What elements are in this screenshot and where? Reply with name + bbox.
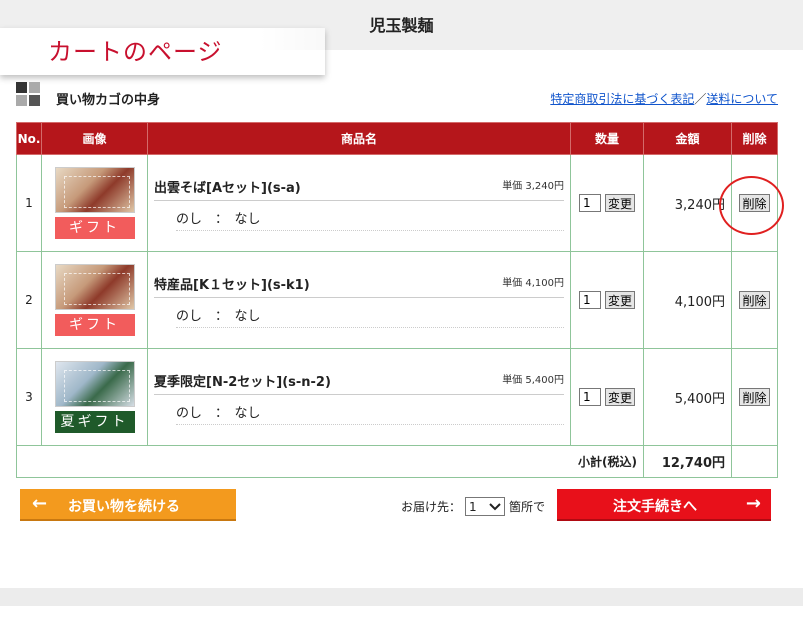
table-row: 3 夏ギフト 夏季限定[N-2セット](s-n-2) 単価 5,400円 のし … [16,348,778,446]
update-button[interactable]: 変更 [604,291,635,309]
section-header: 買い物カゴの中身 特定商取引法に基づく表記／送料について [16,82,778,110]
page-label: カートのページ [48,38,223,66]
quantity-input[interactable] [578,388,601,406]
divider [176,327,564,328]
product-image[interactable]: ギフト [54,167,135,239]
checkout-label: 注文手続きへ [613,499,697,515]
gift-badge: 夏ギフト [54,411,135,433]
delete-button[interactable]: 削除 [739,291,770,309]
row-no: 3 [16,348,42,446]
update-button[interactable]: 変更 [604,388,635,406]
dest-suffix: 箇所で [509,500,546,514]
header-delete: 削除 [731,122,778,155]
section-title: 買い物カゴの中身 [56,93,161,108]
subtotal-label: 小計(税込) [16,445,644,478]
product-photo [54,361,135,407]
subtotal-value: 12,740円 [643,445,732,478]
gift-badge: ギフト [54,217,135,239]
divider [154,297,564,298]
page-label-banner: カートのページ [0,28,325,75]
product-image[interactable]: 夏ギフト [54,361,135,433]
law-link[interactable]: 特定商取引法に基づく表記 [550,92,694,106]
product-photo [54,264,135,310]
checkout-button[interactable]: 注文手続きへ → [557,489,771,521]
destination-selector: お届け先： 1 箇所で [401,497,545,516]
continue-shopping-button[interactable]: ← お買い物を続ける [20,489,236,521]
footer-bar [0,588,803,606]
info-links: 特定商取引法に基づく表記／送料について [550,90,778,107]
table-header-row: No. 画像 商品名 数量 金額 削除 [16,122,778,155]
dest-label: お届け先： [401,500,462,514]
header-amount: 金額 [643,122,732,155]
unit-price: 単価 4,100円 [502,278,564,289]
continue-label: お買い物を続ける [68,499,180,515]
noshi-option: のし ： なし [176,212,261,227]
product-info: 夏季限定[N-2セット](s-n-2) 単価 5,400円 のし ： なし [148,349,570,445]
table-row: 1 ギフト 出雲そば[Aセット](s-a) 単価 3,240円 のし ： なし [16,154,778,252]
cart-table: No. 画像 商品名 数量 金額 削除 1 ギフト 出雲そば[Aセット](s-a… [16,122,778,478]
divider [154,200,564,201]
product-photo [54,167,135,213]
divider [176,424,564,425]
divider [176,230,564,231]
quantity-input[interactable] [578,194,601,212]
squares-icon [16,82,42,108]
row-amount: 4,100円 [643,251,732,349]
dest-value: 1 [469,499,477,514]
destination-count-select[interactable]: 1 [465,497,506,516]
shipping-link[interactable]: 送料について [706,92,778,106]
unit-price: 単価 3,240円 [502,181,564,192]
gift-badge: ギフト [54,314,135,336]
product-name[interactable]: 特産品[K１セット](s-k1) [154,274,310,293]
arrow-left-icon: ← [32,493,48,514]
row-no: 2 [16,251,42,349]
header-name: 商品名 [147,122,571,155]
update-button[interactable]: 変更 [604,194,635,212]
arrow-right-icon: → [745,493,761,514]
header-no: No. [16,122,42,155]
header-qty: 数量 [570,122,644,155]
link-separator: ／ [694,92,707,106]
product-info: 出雲そば[Aセット](s-a) 単価 3,240円 のし ： なし [148,155,570,251]
product-name[interactable]: 出雲そば[Aセット](s-a) [154,177,301,196]
header-image: 画像 [41,122,148,155]
highlight-circle [719,176,784,235]
noshi-option: のし ： なし [176,406,261,421]
product-image[interactable]: ギフト [54,264,135,336]
subtotal-row: 小計(税込) 12,740円 [16,445,778,478]
noshi-option: のし ： なし [176,309,261,324]
delete-button[interactable]: 削除 [739,388,770,406]
row-no: 1 [16,154,42,252]
chevron-down-icon [489,502,501,510]
divider [154,394,564,395]
unit-price: 単価 5,400円 [502,375,564,386]
row-amount: 5,400円 [643,348,732,446]
product-name[interactable]: 夏季限定[N-2セット](s-n-2) [154,371,331,390]
quantity-input[interactable] [578,291,601,309]
table-row: 2 ギフト 特産品[K１セット](s-k1) 単価 4,100円 のし ： なし [16,251,778,349]
product-info: 特産品[K１セット](s-k1) 単価 4,100円 のし ： なし [148,252,570,348]
